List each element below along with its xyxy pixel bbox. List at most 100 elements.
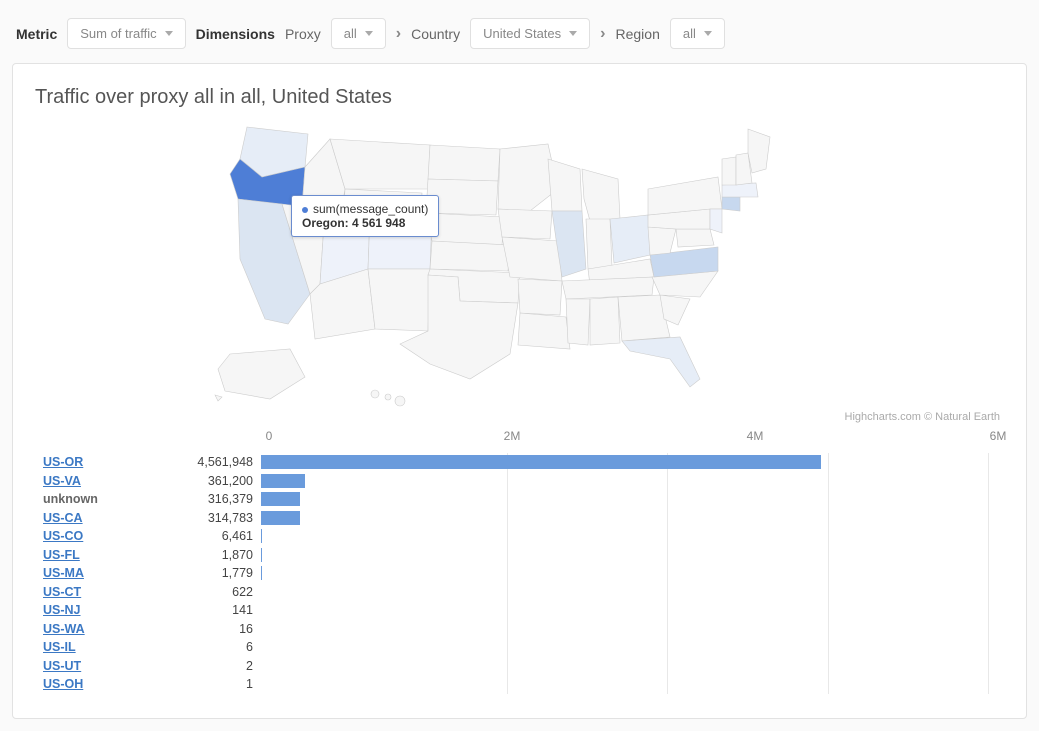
state-ms <box>566 299 590 345</box>
table-row: US-FL1,870 <box>31 546 1008 565</box>
table-row: US-WA16 <box>31 620 1008 639</box>
map-tooltip: sum(message_count) Oregon: 4 561 948 <box>291 195 439 237</box>
table-row: US-CO6,461 <box>31 527 1008 546</box>
caret-down-icon <box>165 31 173 36</box>
axis-tick: 0 <box>266 429 273 443</box>
bar-track <box>261 529 998 543</box>
us-map-svg <box>170 119 870 409</box>
table-row: unknown316,379 <box>31 490 1008 509</box>
map-attribution: Highcharts.com © Natural Earth <box>39 411 1000 423</box>
region-link[interactable]: US-CA <box>31 511 151 525</box>
state-wv <box>648 227 676 255</box>
proxy-select[interactable]: all <box>331 18 386 49</box>
state-in <box>586 219 612 269</box>
state-al <box>590 297 620 345</box>
bar[interactable] <box>261 511 300 525</box>
proxy-select-value: all <box>344 26 357 41</box>
bar-track <box>261 603 998 617</box>
bar-track <box>261 548 998 562</box>
caret-down-icon <box>704 31 712 36</box>
state-ar <box>518 279 562 315</box>
caret-down-icon <box>365 31 373 36</box>
region-value: 6 <box>151 640 261 654</box>
region-label: Region <box>615 26 659 42</box>
state-ia <box>498 209 552 239</box>
region-link[interactable]: US-FL <box>31 548 151 562</box>
bar[interactable] <box>261 455 821 469</box>
state-ak <box>218 349 305 399</box>
tooltip-dot-icon <box>302 207 308 213</box>
region-link[interactable]: US-MA <box>31 566 151 580</box>
state-ct <box>722 197 740 211</box>
axis-tick: 6M <box>990 429 1007 443</box>
state-ks <box>430 241 510 271</box>
state-la <box>518 313 570 349</box>
region-link[interactable]: US-CT <box>31 585 151 599</box>
region-link[interactable]: US-NJ <box>31 603 151 617</box>
state-hi <box>385 394 391 400</box>
tooltip-series: sum(message_count) <box>313 202 428 216</box>
bar-track <box>261 677 998 691</box>
table-row: US-CA314,783 <box>31 509 1008 528</box>
state-nm <box>368 269 430 331</box>
region-link[interactable]: US-WA <box>31 622 151 636</box>
region-link: unknown <box>31 492 151 506</box>
bar-track <box>261 622 998 636</box>
country-select-value: United States <box>483 26 561 41</box>
table-row: US-OR4,561,948 <box>31 453 1008 472</box>
table-row: US-OH1 <box>31 675 1008 694</box>
region-link[interactable]: US-IL <box>31 640 151 654</box>
region-select[interactable]: all <box>670 18 725 49</box>
table-row: US-MA1,779 <box>31 564 1008 583</box>
bar-chart: 02M4M6M US-OR4,561,948US-VA361,200unknow… <box>31 429 1008 694</box>
table-row: US-CT622 <box>31 583 1008 602</box>
metric-select[interactable]: Sum of traffic <box>67 18 185 49</box>
metric-label: Metric <box>16 26 57 42</box>
region-link[interactable]: US-OR <box>31 455 151 469</box>
tooltip-region: Oregon: <box>302 216 349 230</box>
state-me <box>748 129 770 173</box>
country-label: Country <box>411 26 460 42</box>
region-value: 316,379 <box>151 492 261 506</box>
proxy-label: Proxy <box>285 26 321 42</box>
chart-panel: Traffic over proxy all in all, United St… <box>12 63 1027 719</box>
region-value: 622 <box>151 585 261 599</box>
chevron-right-icon: › <box>396 25 401 43</box>
axis-tick: 4M <box>747 429 764 443</box>
bar-track <box>261 455 998 469</box>
bar[interactable] <box>261 492 300 506</box>
region-link[interactable]: US-UT <box>31 659 151 673</box>
region-link[interactable]: US-VA <box>31 474 151 488</box>
state-fl <box>622 337 700 387</box>
region-value: 1 <box>151 677 261 691</box>
country-select[interactable]: United States <box>470 18 590 49</box>
bar[interactable] <box>261 529 262 543</box>
bar-track <box>261 585 998 599</box>
filter-toolbar: Metric Sum of traffic Dimensions Proxy a… <box>12 12 1027 63</box>
bar-track <box>261 659 998 673</box>
state-hi <box>395 396 405 406</box>
region-value: 6,461 <box>151 529 261 543</box>
region-value: 16 <box>151 622 261 636</box>
region-value: 361,200 <box>151 474 261 488</box>
region-select-value: all <box>683 26 696 41</box>
table-row: US-IL6 <box>31 638 1008 657</box>
state-nj <box>710 209 722 233</box>
state-wi <box>548 159 582 211</box>
chevron-right-icon: › <box>600 25 605 43</box>
region-link[interactable]: US-CO <box>31 529 151 543</box>
panel-title: Traffic over proxy all in all, United St… <box>35 86 1004 109</box>
state-mt <box>330 139 430 189</box>
bar-track <box>261 511 998 525</box>
table-row: US-NJ141 <box>31 601 1008 620</box>
region-value: 314,783 <box>151 511 261 525</box>
bar[interactable] <box>261 474 305 488</box>
bar-track <box>261 474 998 488</box>
table-row: US-VA361,200 <box>31 472 1008 491</box>
region-value: 1,870 <box>151 548 261 562</box>
us-map[interactable]: sum(message_count) Oregon: 4 561 948 <box>31 119 1008 409</box>
region-value: 4,561,948 <box>151 455 261 469</box>
bar-track <box>261 566 998 580</box>
region-link[interactable]: US-OH <box>31 677 151 691</box>
tooltip-value: 4 561 948 <box>352 216 405 230</box>
